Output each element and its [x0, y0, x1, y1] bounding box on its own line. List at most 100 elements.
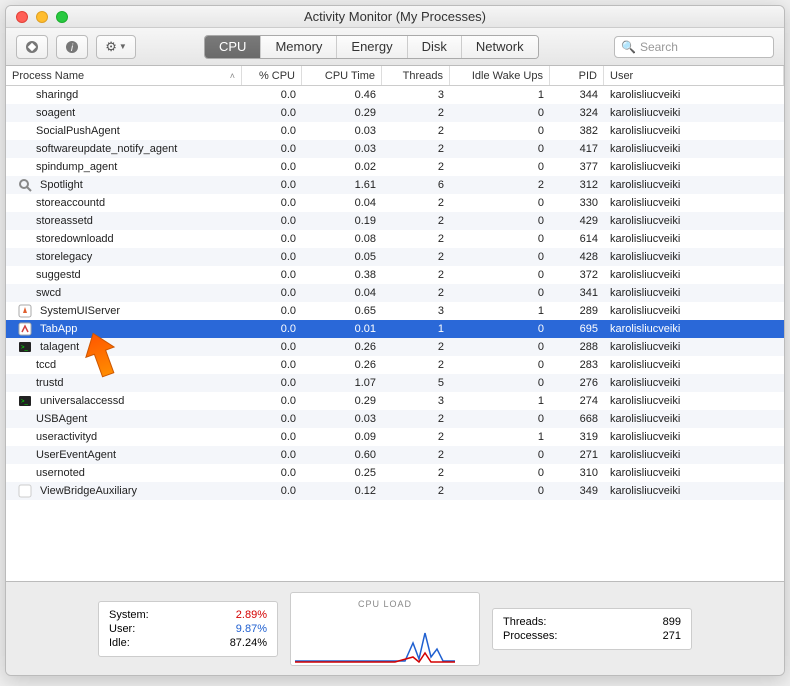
table-row[interactable]: >_talagent0.00.2620288karolisliucveiki [6, 338, 784, 356]
table-row[interactable]: trustd0.01.0750276karolisliucveiki [6, 374, 784, 392]
table-row[interactable]: ViewBridgeAuxiliary0.00.1220349karolisli… [6, 482, 784, 500]
cell-pid: 614 [550, 233, 604, 245]
stop-process-button[interactable] [16, 35, 48, 59]
table-row[interactable]: TabApp0.00.0110695karolisliucveiki [6, 320, 784, 338]
col-process-name[interactable]: Process Name ˄ [6, 66, 242, 85]
cell-threads: 2 [382, 467, 450, 479]
cell-threads: 2 [382, 413, 450, 425]
svg-text:>_: >_ [21, 399, 29, 405]
cell-time: 0.46 [302, 89, 382, 101]
systemui-icon [18, 304, 32, 318]
titlebar: Activity Monitor (My Processes) [6, 6, 784, 28]
search-input[interactable]: 🔍 Search [614, 36, 774, 58]
cell-idle: 0 [450, 143, 550, 155]
cell-threads: 2 [382, 143, 450, 155]
table-row[interactable]: storeassetd0.00.1920429karolisliucveiki [6, 212, 784, 230]
cell-cpu: 0.0 [242, 377, 302, 389]
toolbar: i ⚙▼ CPUMemoryEnergyDiskNetwork 🔍 Search [6, 28, 784, 66]
table-row[interactable]: sharingd0.00.4631344karolisliucveiki [6, 86, 784, 104]
cell-user: karolisliucveiki [604, 215, 784, 227]
chevron-down-icon: ▼ [119, 42, 127, 51]
table-row[interactable]: SystemUIServer0.00.6531289karolisliucvei… [6, 302, 784, 320]
process-name-cell: usernoted [6, 467, 242, 479]
process-name-cell: TabApp [6, 322, 242, 336]
table-row[interactable]: useractivityd0.00.0921319karolisliucveik… [6, 428, 784, 446]
table-row[interactable]: tccd0.00.2620283karolisliucveiki [6, 356, 784, 374]
table-row[interactable]: storelegacy0.00.0520428karolisliucveiki [6, 248, 784, 266]
col-user[interactable]: User [604, 66, 784, 85]
cell-pid: 382 [550, 125, 604, 137]
cell-time: 0.04 [302, 197, 382, 209]
tab-network[interactable]: Network [462, 36, 538, 58]
options-menu-button[interactable]: ⚙▼ [96, 35, 136, 59]
cell-threads: 2 [382, 161, 450, 173]
cell-cpu: 0.0 [242, 89, 302, 101]
cell-user: karolisliucveiki [604, 467, 784, 479]
close-window-button[interactable] [16, 11, 28, 23]
table-row[interactable]: softwareupdate_notify_agent0.00.0320417k… [6, 140, 784, 158]
cell-user: karolisliucveiki [604, 395, 784, 407]
cell-idle: 0 [450, 269, 550, 281]
col-idle[interactable]: Idle Wake Ups [450, 66, 550, 85]
table-row[interactable]: storeaccountd0.00.0420330karolisliucveik… [6, 194, 784, 212]
system-cpu-value: 2.89% [236, 609, 267, 621]
table-row[interactable]: usernoted0.00.2520310karolisliucveiki [6, 464, 784, 482]
cell-threads: 2 [382, 125, 450, 137]
inspect-process-button[interactable]: i [56, 35, 88, 59]
cell-threads: 1 [382, 323, 450, 335]
cell-time: 0.25 [302, 467, 382, 479]
cell-pid: 695 [550, 323, 604, 335]
cell-user: karolisliucveiki [604, 341, 784, 353]
zoom-window-button[interactable] [56, 11, 68, 23]
cell-idle: 0 [450, 251, 550, 263]
tab-disk[interactable]: Disk [408, 36, 462, 58]
cell-idle: 1 [450, 305, 550, 317]
cell-idle: 0 [450, 485, 550, 497]
cell-time: 0.26 [302, 359, 382, 371]
process-name-cell: SocialPushAgent [6, 125, 242, 137]
cell-pid: 349 [550, 485, 604, 497]
process-name-cell: storeassetd [6, 215, 242, 227]
table-row[interactable]: USBAgent0.00.0320668karolisliucveiki [6, 410, 784, 428]
cell-pid: 417 [550, 143, 604, 155]
col-pid[interactable]: PID [550, 66, 604, 85]
cpu-load-graph: CPU LOAD [290, 592, 480, 666]
process-name-cell: Spotlight [6, 178, 242, 192]
cell-user: karolisliucveiki [604, 485, 784, 497]
cell-cpu: 0.0 [242, 233, 302, 245]
thread-process-panel: Threads:899 Processes:271 [492, 608, 692, 650]
table-row[interactable]: UserEventAgent0.00.6020271karolisliucvei… [6, 446, 784, 464]
tab-energy[interactable]: Energy [337, 36, 407, 58]
col-cputime[interactable]: CPU Time [302, 66, 382, 85]
cell-cpu: 0.0 [242, 413, 302, 425]
cell-time: 0.65 [302, 305, 382, 317]
table-row[interactable]: >_universalaccessd0.00.2931274karolisliu… [6, 392, 784, 410]
tabapp-icon [18, 322, 32, 336]
minimize-window-button[interactable] [36, 11, 48, 23]
column-headers: Process Name ˄ % CPU CPU Time Threads Id… [6, 66, 784, 86]
window-title: Activity Monitor (My Processes) [6, 9, 784, 24]
tab-cpu[interactable]: CPU [205, 36, 261, 58]
col-threads[interactable]: Threads [382, 66, 450, 85]
cell-idle: 0 [450, 107, 550, 119]
cpu-load-sparkline-icon [295, 613, 475, 663]
cell-user: karolisliucveiki [604, 161, 784, 173]
cell-idle: 0 [450, 377, 550, 389]
table-row[interactable]: SocialPushAgent0.00.0320382karolisliucve… [6, 122, 784, 140]
cell-pid: 276 [550, 377, 604, 389]
table-row[interactable]: storedownloadd0.00.0820614karolisliucvei… [6, 230, 784, 248]
process-list[interactable]: sharingd0.00.4631344karolisliucveikisoag… [6, 86, 784, 581]
cell-time: 0.60 [302, 449, 382, 461]
cell-cpu: 0.0 [242, 323, 302, 335]
col-cpu[interactable]: % CPU [242, 66, 302, 85]
cell-user: karolisliucveiki [604, 125, 784, 137]
table-row[interactable]: suggestd0.00.3820372karolisliucveiki [6, 266, 784, 284]
process-name-cell: storelegacy [6, 251, 242, 263]
table-row[interactable]: spindump_agent0.00.0220377karolisliucvei… [6, 158, 784, 176]
table-row[interactable]: Spotlight0.01.6162312karolisliucveiki [6, 176, 784, 194]
table-row[interactable]: swcd0.00.0420341karolisliucveiki [6, 284, 784, 302]
tab-memory[interactable]: Memory [261, 36, 337, 58]
activity-monitor-window: Activity Monitor (My Processes) i ⚙▼ CPU… [5, 5, 785, 676]
cell-user: karolisliucveiki [604, 233, 784, 245]
table-row[interactable]: soagent0.00.2920324karolisliucveiki [6, 104, 784, 122]
